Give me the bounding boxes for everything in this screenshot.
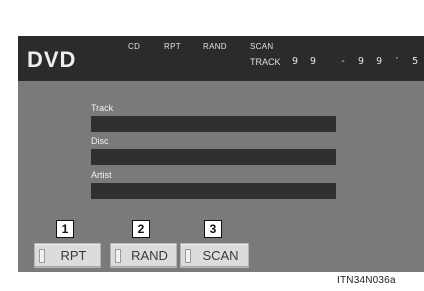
mode-indicator-rpt: RPT [164,42,181,51]
mode-indicator-scan: SCAN [250,42,274,51]
mode-indicator-rand: RAND [203,42,227,51]
track-field [91,116,336,132]
disc-field-label: Disc [91,136,109,146]
rand-button[interactable]: RAND [110,243,177,268]
scan-button[interactable]: SCAN [180,243,249,268]
callout-number-2: 2 [132,220,150,238]
track-time: - 9 9 ′ 5 9 ″ [340,56,424,67]
scan-indicator-icon [185,249,191,263]
figure-caption: ITN34N036a [337,275,396,286]
artist-field [91,183,336,199]
rpt-button[interactable]: RPT [34,243,101,268]
callout-number-1: 1 [56,220,74,238]
dvd-screen: DVD CD RPT RAND SCAN TRACK 9 9 - 9 9 ′ 5… [18,36,424,272]
rand-indicator-icon [115,249,121,263]
track-label: TRACK [250,57,281,67]
callout-number-3: 3 [204,220,222,238]
mode-indicator-cd: CD [128,42,141,51]
rand-button-label: RAND [131,248,168,263]
status-header: DVD CD RPT RAND SCAN TRACK 9 9 - 9 9 ′ 5… [18,36,424,81]
disc-field [91,149,336,165]
rpt-button-label: RPT [60,248,87,263]
track-field-label: Track [91,103,114,113]
rpt-indicator-icon [39,249,45,263]
source-title: DVD [27,47,77,72]
artist-field-label: Artist [91,170,112,180]
track-number: 9 9 [292,56,320,67]
scan-button-label: SCAN [202,248,239,263]
